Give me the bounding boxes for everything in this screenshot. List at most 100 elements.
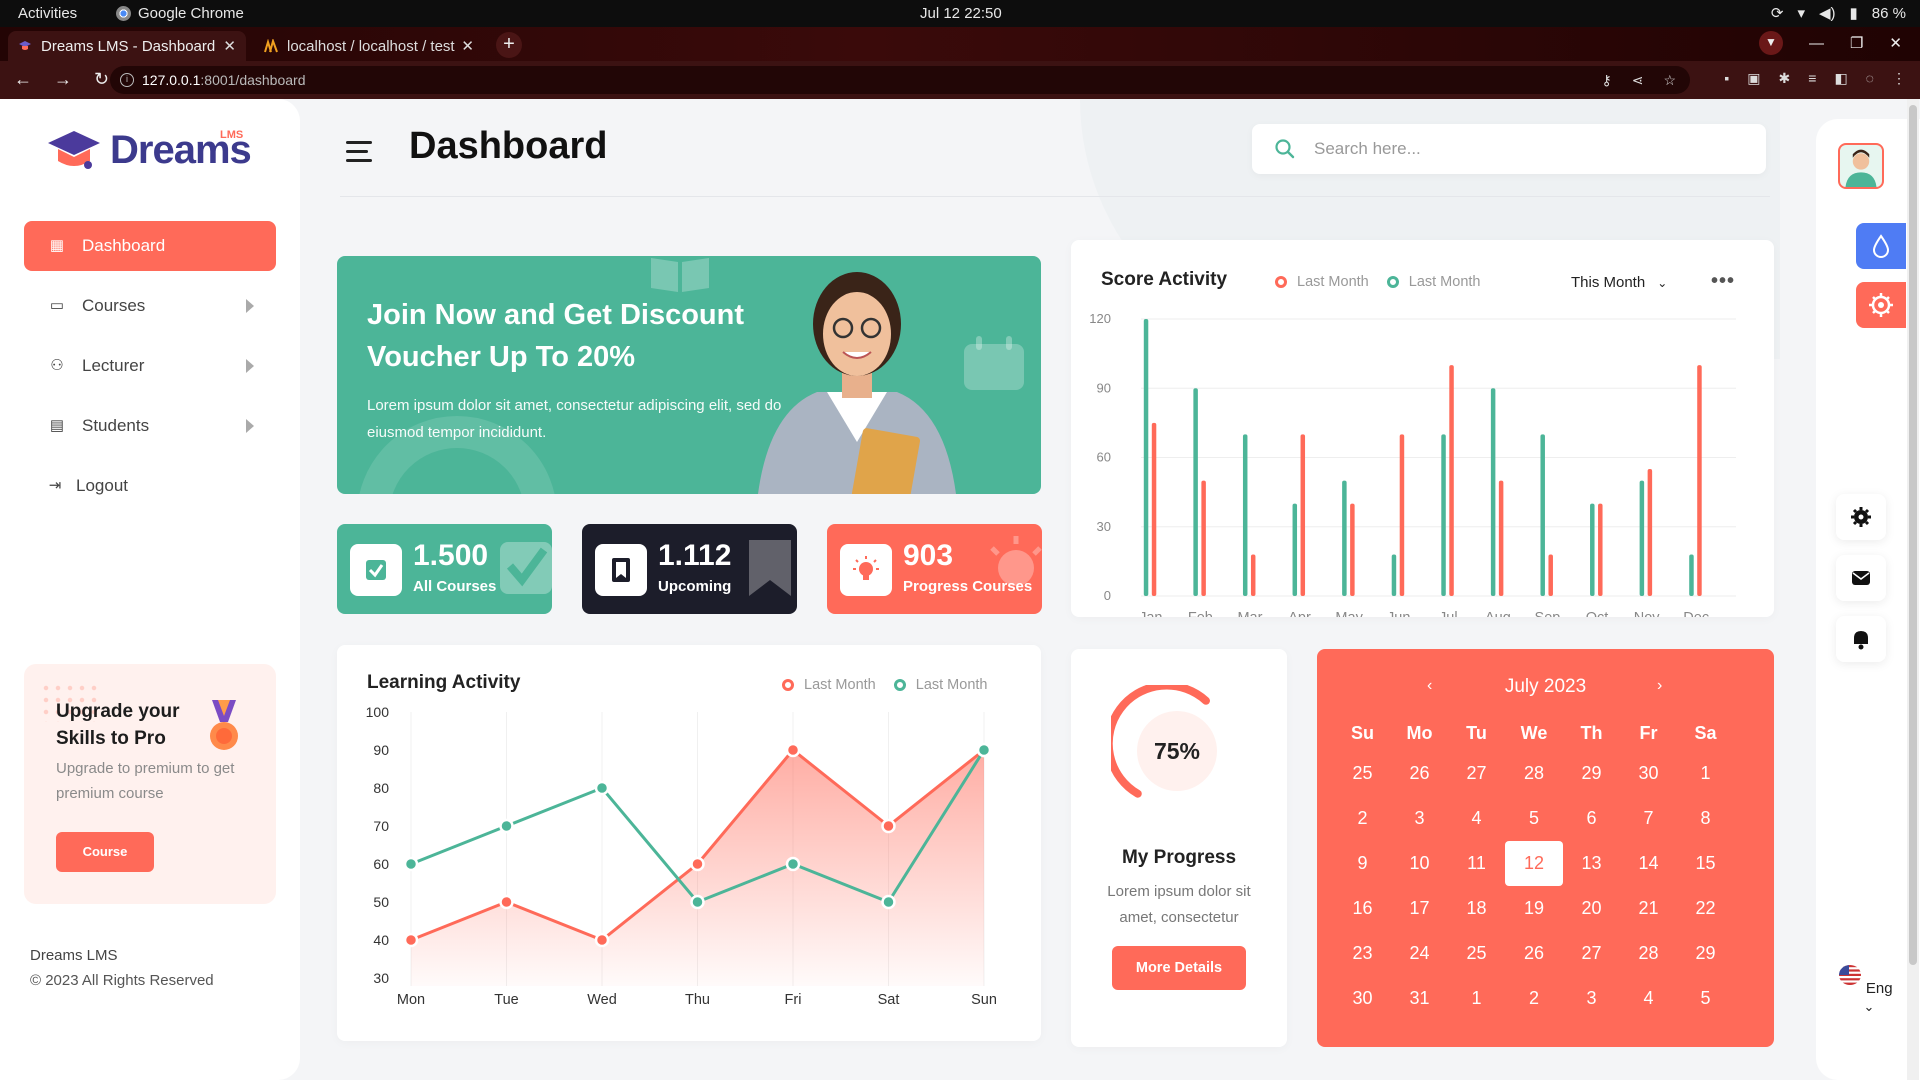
- new-tab-button[interactable]: +: [496, 32, 522, 58]
- calendar-day[interactable]: 3: [1391, 796, 1448, 841]
- calendar-day[interactable]: 9: [1334, 841, 1391, 886]
- calendar-day[interactable]: 2: [1505, 976, 1563, 1021]
- stat-all-courses[interactable]: 1.500 All Courses: [337, 524, 552, 614]
- bar: [1151, 422, 1157, 596]
- calendar-day[interactable]: 8: [1677, 796, 1734, 841]
- address-bar[interactable]: i 127.0.0.1:8001/dashboard ⚷ ⋖ ☆: [110, 66, 1690, 94]
- sidebar-item-students[interactable]: ▤ Students: [24, 401, 276, 451]
- settings-shortcut-button[interactable]: [1836, 494, 1886, 540]
- puzzle-icon[interactable]: ✱: [1779, 70, 1791, 87]
- calendar-day[interactable]: 27: [1448, 751, 1505, 796]
- profile-icon[interactable]: ◌: [1866, 70, 1874, 87]
- close-tab-icon[interactable]: ✕: [223, 37, 236, 55]
- calendar-day[interactable]: 22: [1677, 886, 1734, 931]
- close-window-icon[interactable]: ✕: [1889, 34, 1902, 52]
- tab-phpmyadmin[interactable]: localhost / localhost / test ✕: [254, 31, 484, 61]
- hamburger-menu-icon[interactable]: [346, 141, 372, 163]
- calendar-day[interactable]: 29: [1563, 751, 1620, 796]
- calendar-day[interactable]: 25: [1448, 931, 1505, 976]
- language-selector[interactable]: Eng ⌄: [1836, 965, 1896, 1016]
- weekday-label: Tu: [1466, 723, 1487, 743]
- x-tick-label: Dec: [1683, 610, 1709, 617]
- calendar-day-today[interactable]: 12: [1505, 841, 1563, 886]
- calendar-day[interactable]: 31: [1391, 976, 1448, 1021]
- extension-icon[interactable]: ▪: [1724, 70, 1729, 87]
- minimize-icon[interactable]: —: [1809, 35, 1824, 52]
- calendar-day[interactable]: 6: [1563, 796, 1620, 841]
- calendar-day[interactable]: 15: [1677, 841, 1734, 886]
- search-input[interactable]: Search here...: [1252, 124, 1766, 174]
- calendar-day[interactable]: 29: [1677, 931, 1734, 976]
- student-illustration: [758, 272, 956, 494]
- reload-icon[interactable]: ↻: [94, 69, 109, 90]
- id-card-icon: ▤: [49, 417, 65, 434]
- site-info-icon[interactable]: i: [120, 73, 134, 87]
- calendar-day[interactable]: 28: [1505, 751, 1563, 796]
- calendar-day[interactable]: 28: [1620, 931, 1677, 976]
- bookmark-star-icon[interactable]: ☆: [1663, 66, 1676, 94]
- calendar-day[interactable]: 26: [1505, 931, 1563, 976]
- calendar-day[interactable]: 26: [1391, 751, 1448, 796]
- weekday-label: Mo: [1406, 723, 1433, 743]
- more-details-button[interactable]: More Details: [1112, 946, 1246, 990]
- calendar-day[interactable]: 19: [1505, 886, 1563, 931]
- calendar-day[interactable]: 4: [1448, 796, 1505, 841]
- calendar-day[interactable]: 23: [1334, 931, 1391, 976]
- forward-icon[interactable]: →: [54, 69, 72, 90]
- clock[interactable]: Jul 12 22:50: [920, 5, 1002, 22]
- maximize-icon[interactable]: ❐: [1850, 34, 1863, 52]
- activities-button[interactable]: Activities: [18, 5, 77, 22]
- translate-icon[interactable]: ▣: [1747, 70, 1760, 87]
- calendar-day[interactable]: 1: [1448, 976, 1505, 1021]
- page-scrollbar[interactable]: [1907, 99, 1919, 1080]
- sidebar-item-dashboard[interactable]: ▦ Dashboard: [24, 221, 276, 271]
- calendar-day[interactable]: 18: [1448, 886, 1505, 931]
- sidebar-item-courses[interactable]: ▭ Courses: [24, 281, 276, 331]
- calendar-day[interactable]: 5: [1505, 796, 1563, 841]
- sidebar-item-lecturer[interactable]: ⚇ Lecturer: [24, 341, 276, 391]
- calendar-day[interactable]: 7: [1620, 796, 1677, 841]
- side-panel-icon[interactable]: ◧: [1834, 70, 1847, 87]
- calendar-day[interactable]: 2: [1334, 796, 1391, 841]
- brand-logo[interactable]: Dreams LMS: [46, 125, 252, 175]
- tab-search-icon[interactable]: ▼: [1758, 31, 1783, 55]
- calendar-day[interactable]: 27: [1563, 931, 1620, 976]
- settings-button[interactable]: [1856, 282, 1906, 328]
- close-tab-icon[interactable]: ✕: [461, 37, 474, 55]
- messages-button[interactable]: [1836, 555, 1886, 601]
- app-menu[interactable]: Google Chrome: [116, 5, 244, 22]
- calendar-day[interactable]: 4: [1620, 976, 1677, 1021]
- calendar-day[interactable]: 21: [1620, 886, 1677, 931]
- calendar-day[interactable]: 30: [1334, 976, 1391, 1021]
- calendar-day[interactable]: 11: [1448, 841, 1505, 886]
- scrollbar-thumb[interactable]: [1909, 105, 1917, 965]
- calendar-day[interactable]: 24: [1391, 931, 1448, 976]
- calendar-day[interactable]: 13: [1563, 841, 1620, 886]
- next-month-icon[interactable]: ›: [1657, 677, 1662, 695]
- x-tick-label: Fri: [785, 992, 802, 1008]
- calendar-day[interactable]: 16: [1334, 886, 1391, 931]
- key-icon[interactable]: ⚷: [1601, 66, 1611, 94]
- back-icon[interactable]: ←: [14, 69, 32, 90]
- theme-color-button[interactable]: [1856, 223, 1906, 269]
- sidebar-item-logout[interactable]: ⇥ Logout: [24, 461, 276, 511]
- menu-kebab-icon[interactable]: ⋮: [1892, 70, 1906, 87]
- calendar-day[interactable]: 1: [1677, 751, 1734, 796]
- avatar[interactable]: [1838, 143, 1884, 189]
- course-button[interactable]: Course: [56, 832, 154, 872]
- notifications-button[interactable]: [1836, 616, 1886, 662]
- calendar-day[interactable]: 14: [1620, 841, 1677, 886]
- calendar-day[interactable]: 30: [1620, 751, 1677, 796]
- calendar-day[interactable]: 3: [1563, 976, 1620, 1021]
- tab-dashboard[interactable]: Dreams LMS - Dashboard ✕: [8, 31, 246, 61]
- share-icon[interactable]: ⋖: [1632, 66, 1644, 94]
- stat-upcoming[interactable]: 1.112 Upcoming: [582, 524, 797, 614]
- calendar-day[interactable]: 20: [1563, 886, 1620, 931]
- reading-list-icon[interactable]: ≡: [1808, 70, 1816, 87]
- calendar-day[interactable]: 17: [1391, 886, 1448, 931]
- stat-progress-courses[interactable]: 903 Progress Courses: [827, 524, 1042, 614]
- system-tray[interactable]: ⟳ ▾ ◀) ▮ 86 %: [1771, 4, 1906, 23]
- calendar-day[interactable]: 25: [1334, 751, 1391, 796]
- calendar-day[interactable]: 5: [1677, 976, 1734, 1021]
- calendar-day[interactable]: 10: [1391, 841, 1448, 886]
